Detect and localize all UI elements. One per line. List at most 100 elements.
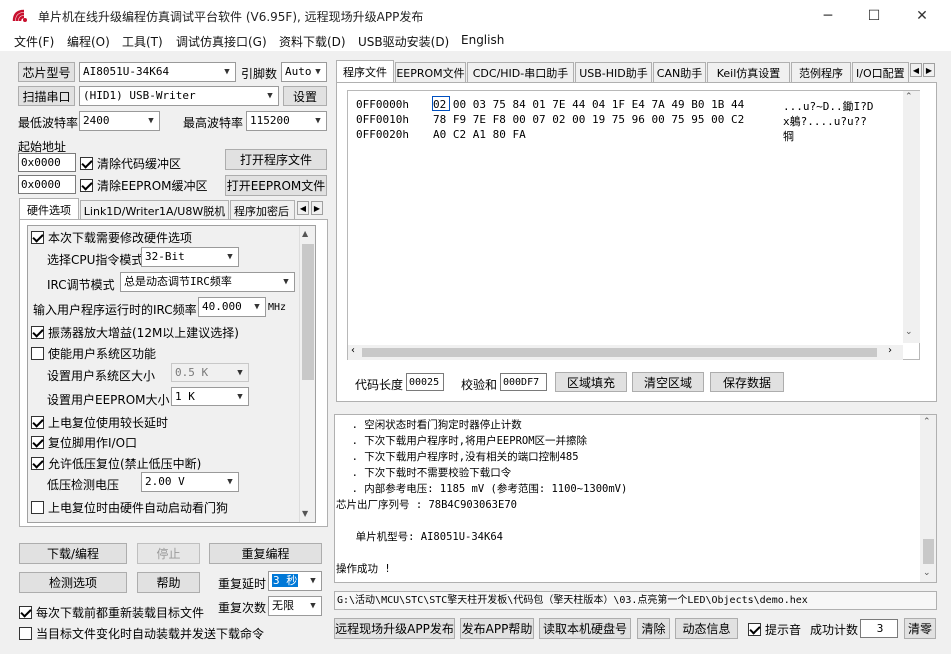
opt-user-sys-checkbox[interactable]: 使能用户系统区功能: [31, 345, 156, 362]
checkbox-checked-icon: [31, 436, 44, 449]
scroll-thumb[interactable]: [362, 348, 877, 357]
min-baud-select[interactable]: 2400 ▼: [79, 111, 160, 131]
checksum-label: 校验和: [461, 378, 498, 392]
tab-keil-sim[interactable]: Keil仿真设置: [707, 62, 790, 82]
title-bar: 单片机在线升级编程仿真调试平台软件 (V6.95F), 远程现场升级APP发布 …: [0, 0, 951, 31]
menu-program[interactable]: 编程(O): [67, 33, 110, 50]
help-button[interactable]: 帮助: [137, 572, 200, 593]
tab-link1d[interactable]: Link1D/Writer1A/U8W脱机: [80, 200, 229, 220]
repeat-delay-label: 重复延时: [218, 577, 267, 591]
menu-tools[interactable]: 工具(T): [122, 33, 163, 50]
settings-button[interactable]: 设置: [283, 86, 327, 106]
tab-program-file[interactable]: 程序文件: [336, 60, 394, 82]
clear-region-button[interactable]: 清空区域: [632, 372, 704, 392]
tab-scroll-left-icon[interactable]: ◀: [910, 63, 922, 77]
repeat-count-label: 重复次数: [218, 601, 267, 615]
chevron-down-icon[interactable]: ⌄: [905, 327, 913, 337]
chevron-left-icon[interactable]: ‹: [351, 345, 355, 356]
scroll-thumb[interactable]: [923, 539, 934, 564]
tab-io-config[interactable]: I/O口配置: [852, 62, 909, 82]
chip-model-select[interactable]: AI8051U-34K64 ▼: [79, 62, 236, 82]
close-button[interactable]: ✕: [897, 0, 947, 31]
sys-size-select[interactable]: 0.5 K ▼: [171, 363, 249, 382]
opt-low-volt-reset-checkbox[interactable]: 允许低压复位(禁止低压中断): [31, 455, 201, 472]
chip-model-button[interactable]: 芯片型号: [18, 62, 75, 82]
scroll-up-icon[interactable]: ▲: [302, 229, 308, 238]
opt-osc-gain-checkbox[interactable]: 振荡器放大增益(12M以上建议选择): [31, 324, 239, 341]
chevron-up-icon[interactable]: ⌃: [923, 417, 931, 427]
tab-scroll-right-icon[interactable]: ▶: [311, 201, 323, 215]
download-program-button[interactable]: 下载/编程: [19, 543, 127, 564]
tab-can[interactable]: CAN助手: [653, 62, 706, 82]
log-line: 单片机型号: AI8051U-34K64: [343, 531, 503, 543]
low-volt-select[interactable]: 2.00 V ▼: [141, 472, 239, 492]
scan-port-button[interactable]: 扫描串口: [18, 86, 75, 106]
tab-serial-assistant[interactable]: CDC/HID-串口助手: [467, 62, 574, 82]
pins-select[interactable]: Auto ▼: [281, 62, 327, 82]
tab-encryption[interactable]: 程序加密后: [230, 200, 295, 220]
clear-log-button[interactable]: 清除: [637, 618, 670, 639]
menu-file[interactable]: 文件(F): [14, 33, 54, 50]
stop-button[interactable]: 停止: [137, 543, 200, 564]
scroll-down-icon[interactable]: ▼: [302, 509, 308, 518]
code-length-label: 代码长度: [355, 378, 404, 392]
checkbox-checked-icon: [748, 623, 761, 636]
cpu-mode-select[interactable]: 32-Bit ▼: [141, 247, 239, 267]
clear-code-checkbox[interactable]: 清除代码缓冲区: [80, 155, 181, 172]
opt-reset-io-checkbox[interactable]: 复位脚用作I/O口: [31, 434, 137, 451]
chevron-down-icon: ▼: [267, 91, 273, 101]
open-program-file-button[interactable]: 打开程序文件: [225, 149, 327, 170]
auto-load-checkbox[interactable]: 当目标文件变化时自动装载并发送下载命令: [19, 625, 264, 642]
code-length-value: 00025: [406, 373, 444, 391]
irc-mode-select[interactable]: 总是动态调节IRC频率 ▼: [120, 272, 295, 292]
detect-options-button[interactable]: 检测选项: [19, 572, 127, 593]
tab-usb-hid[interactable]: USB-HID助手: [575, 62, 652, 82]
irc-freq-select[interactable]: 40.000 ▼: [198, 297, 266, 317]
options-scrollbar[interactable]: ▲ ▼: [299, 226, 315, 522]
chevron-up-icon[interactable]: ⌃: [905, 92, 913, 102]
save-data-button[interactable]: 保存数据: [710, 372, 784, 392]
opt-watchdog-checkbox[interactable]: 上电复位时由硬件自动启动看门狗: [31, 499, 228, 516]
checkbox-checked-icon: [19, 606, 32, 619]
menu-english[interactable]: English: [461, 33, 504, 47]
log-output[interactable]: . 空闲状态时看门狗定时器停止计数 . 下次下载用户程序时,将用户EEPROM区…: [334, 414, 937, 583]
maximize-button[interactable]: ☐: [851, 0, 897, 31]
repeat-delay-select[interactable]: 3 秒 ▼: [268, 571, 322, 591]
repeat-program-button[interactable]: 重复编程: [209, 543, 322, 564]
start-address-input-1[interactable]: 0x0000: [18, 153, 76, 172]
scroll-thumb[interactable]: [302, 244, 314, 380]
fill-region-button[interactable]: 区域填充: [555, 372, 627, 392]
reload-target-checkbox[interactable]: 每次下载前都重新装载目标文件: [19, 604, 204, 621]
start-address-input-2[interactable]: 0x0000: [18, 175, 76, 194]
sys-size-label: 设置用户系统区大小: [47, 369, 156, 383]
read-disk-id-button[interactable]: 读取本机硬盘号: [539, 618, 631, 639]
app-window: 单片机在线升级编程仿真调试平台软件 (V6.95F), 远程现场升级APP发布 …: [0, 0, 951, 654]
minimize-button[interactable]: ─: [805, 0, 851, 31]
menu-usb-driver[interactable]: USB驱动安装(D): [358, 33, 449, 50]
tab-hardware-options[interactable]: 硬件选项: [19, 198, 79, 220]
log-scrollbar[interactable]: ⌃ ⌄: [920, 415, 936, 582]
hex-vertical-scrollbar[interactable]: [903, 91, 920, 343]
tab-scroll-right-icon[interactable]: ▶: [923, 63, 935, 77]
opt-long-reset-checkbox[interactable]: 上电复位使用较长延时: [31, 414, 168, 431]
beep-checkbox[interactable]: 提示音: [748, 621, 801, 638]
menu-debug[interactable]: 调试仿真接口(G): [176, 33, 267, 50]
port-select[interactable]: (HID1) USB-Writer ▼: [79, 86, 279, 106]
chevron-right-icon[interactable]: ›: [888, 345, 892, 356]
publish-app-help-button[interactable]: 发布APP帮助: [460, 618, 534, 639]
remote-upgrade-publish-button[interactable]: 远程现场升级APP发布: [334, 618, 455, 639]
reset-count-button[interactable]: 清零: [904, 618, 936, 639]
dynamic-info-button[interactable]: 动态信息: [675, 618, 738, 639]
hex-horizontal-scrollbar[interactable]: ‹ ›: [348, 345, 903, 360]
tab-eeprom-file[interactable]: EEPROM文件: [395, 62, 466, 82]
repeat-count-select[interactable]: 无限 ▼: [268, 596, 322, 616]
max-baud-select[interactable]: 115200 ▼: [246, 111, 327, 131]
opt-modify-hw-checkbox[interactable]: 本次下载需要修改硬件选项: [31, 229, 192, 246]
menu-download[interactable]: 资料下载(D): [279, 33, 346, 50]
tab-examples[interactable]: 范例程序: [791, 62, 851, 82]
open-eeprom-file-button[interactable]: 打开EEPROM文件: [225, 175, 327, 196]
clear-eeprom-checkbox[interactable]: 清除EEPROM缓冲区: [80, 177, 208, 194]
tab-scroll-left-icon[interactable]: ◀: [297, 201, 309, 215]
eeprom-size-select[interactable]: 1 K ▼: [171, 387, 249, 406]
chevron-down-icon[interactable]: ⌄: [923, 568, 931, 578]
